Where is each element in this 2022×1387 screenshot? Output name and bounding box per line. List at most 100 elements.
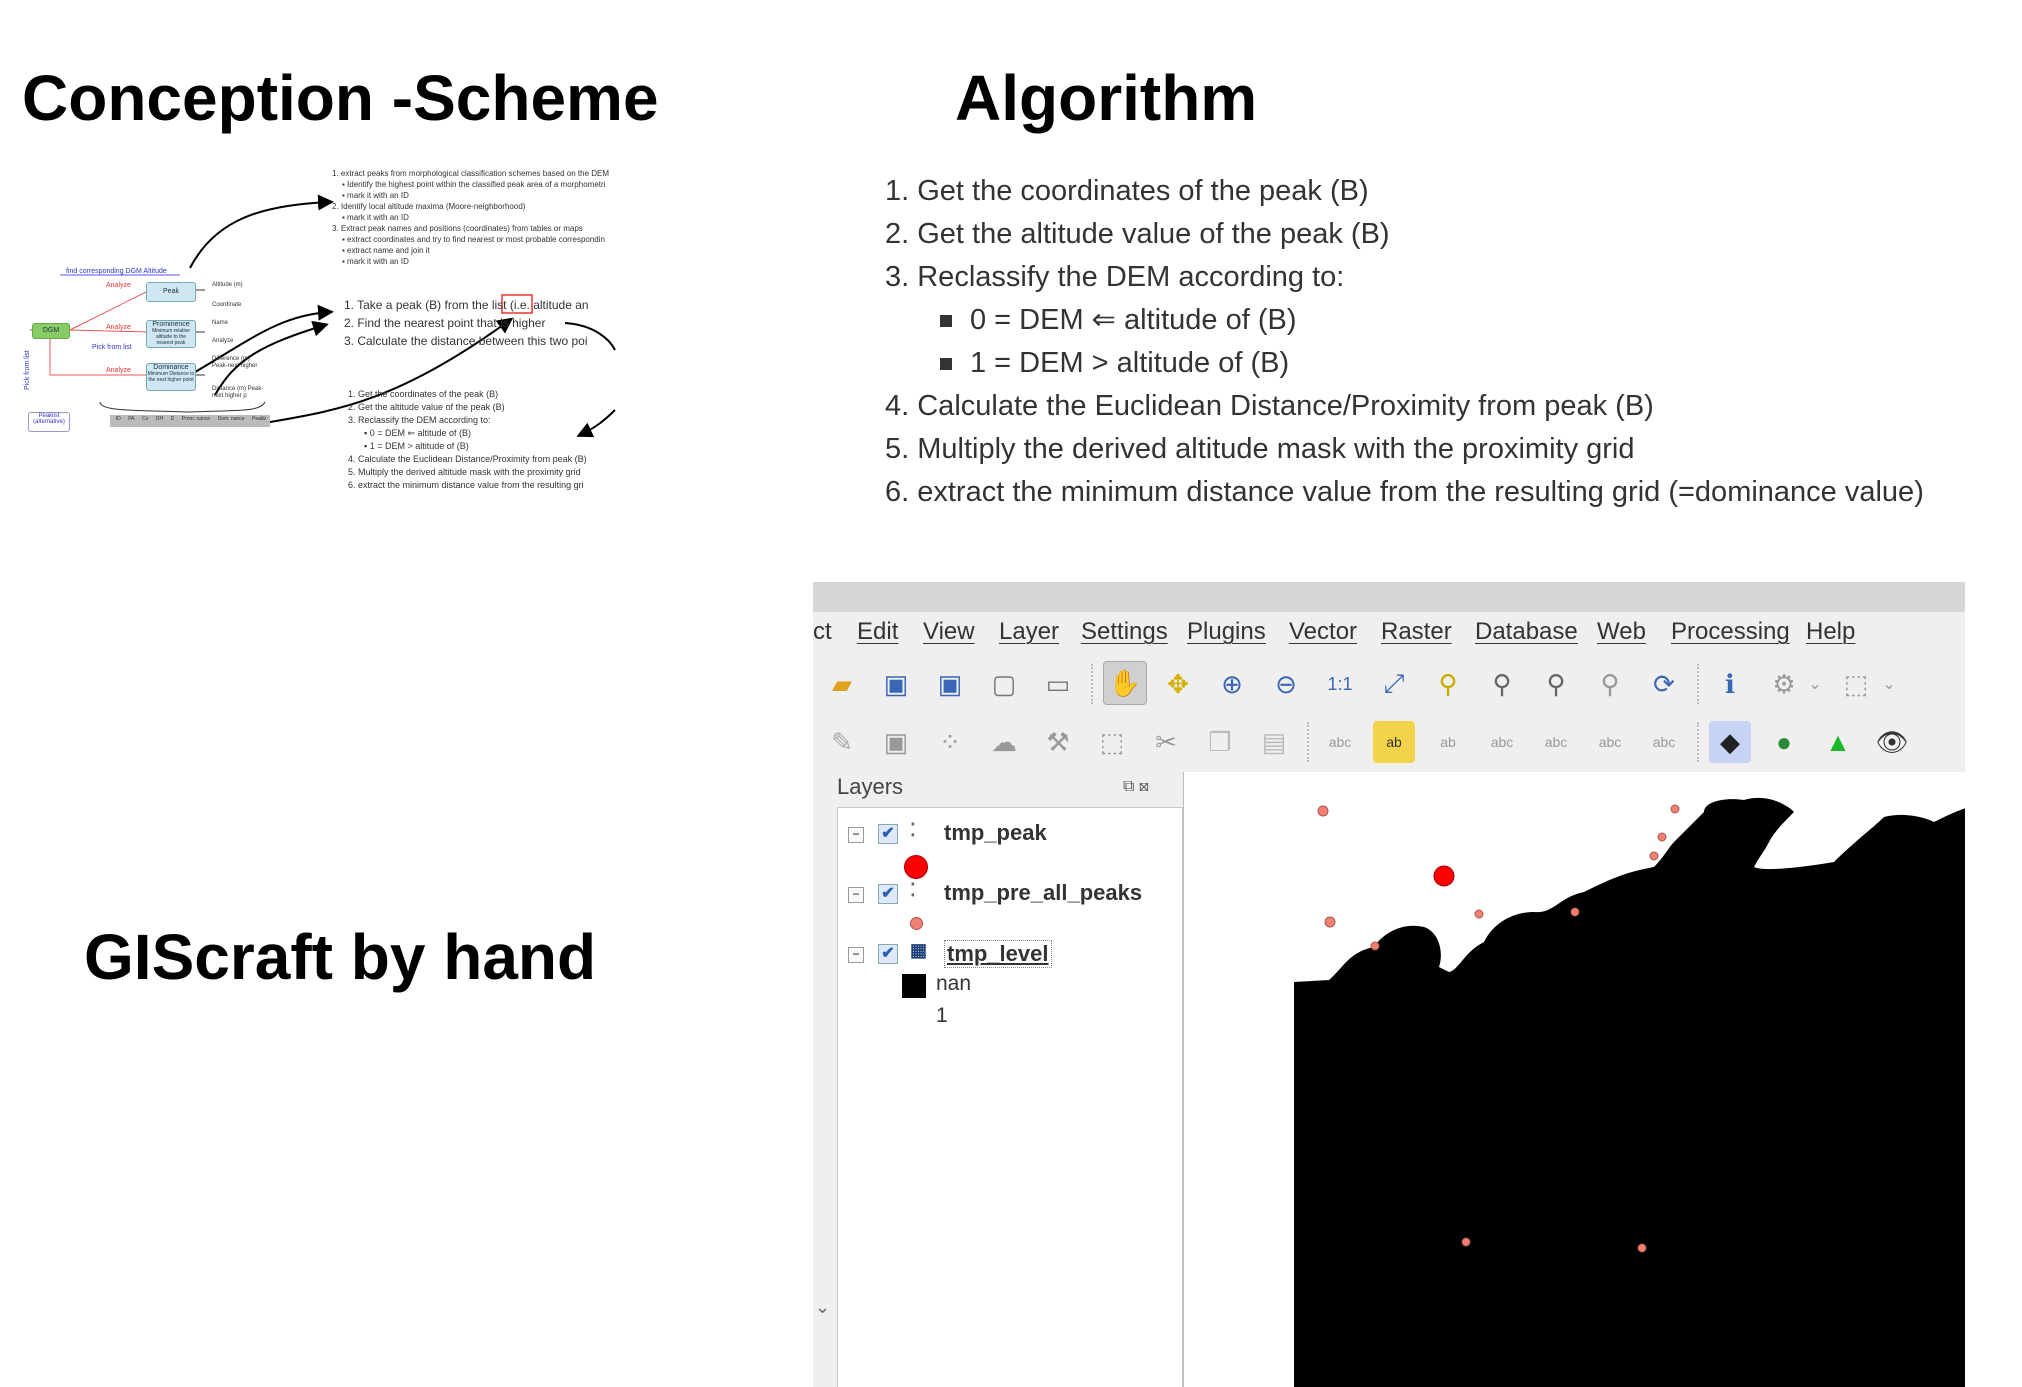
scheme-note: 2. Identify local altitude maxima (Moore… — [332, 202, 526, 211]
vertex-tool-icon[interactable]: ⚒ — [1037, 721, 1079, 763]
table-col: Co — [142, 416, 149, 422]
menu-settings[interactable]: Settings — [1081, 618, 1168, 646]
all-peaks-symbol-icon — [910, 917, 923, 930]
zoom-to-selection-icon[interactable]: ⚲ — [1427, 663, 1469, 705]
zoom-in-icon[interactable]: ⊕ — [1211, 663, 1253, 705]
collapse-icon[interactable]: − — [848, 827, 864, 843]
menu-database[interactable]: Database — [1475, 618, 1578, 646]
close-panel-icon[interactable]: ⊠ — [1139, 778, 1149, 795]
save-edits-icon[interactable]: ▣ — [875, 721, 917, 763]
eye-icon[interactable]: 👁 — [1871, 721, 1913, 763]
globe-icon[interactable]: ● — [1763, 721, 1805, 763]
raster-level-area — [1294, 797, 1965, 1387]
toolbar-separator — [1697, 664, 1701, 704]
table-col: ID — [115, 416, 121, 422]
dominance-label: Dominance — [153, 364, 189, 371]
table-col: DH — [155, 416, 164, 422]
algorithm-substep: 0 = DEM ⇐ altitude of (B) — [885, 299, 1924, 342]
select-icon[interactable]: ⬚ — [1835, 663, 1877, 705]
label-rotate-icon[interactable]: abc — [1589, 721, 1631, 763]
chevron-down-icon[interactable]: ⌄ — [1805, 663, 1825, 705]
prominence-box: Prominence Minimum relative altitude to t… — [146, 320, 196, 348]
label-move-icon[interactable]: abc — [1535, 721, 1577, 763]
menu-help[interactable]: Help — [1806, 618, 1855, 646]
collapse-icon[interactable]: − — [848, 887, 864, 903]
menu-web[interactable]: Web — [1597, 618, 1646, 646]
point-layer-icon: ⁚ — [910, 820, 916, 840]
layer-name: tmp_pre_all_peaks — [944, 880, 1143, 905]
collapse-icon[interactable]: − — [848, 947, 864, 963]
table-col: Dom. nance — [217, 416, 245, 422]
nan-swatch — [902, 974, 926, 998]
scheme-note: 2. Get the altitude value of the peak (B… — [348, 402, 505, 412]
menu-edit[interactable]: Edit — [857, 618, 898, 646]
scheme-note: 3. Reclassify the DEM according to: — [348, 415, 491, 425]
identify-icon[interactable]: ℹ — [1709, 663, 1751, 705]
new-print-layout-icon[interactable]: ▢ — [983, 663, 1025, 705]
pan-icon[interactable]: ✋ — [1103, 661, 1147, 705]
legend-label-nan: nan — [936, 972, 972, 995]
layer-checkbox[interactable]: ✔ — [878, 884, 898, 904]
menu-vector[interactable]: Vector — [1289, 618, 1357, 646]
open-project-icon[interactable]: ▰ — [821, 663, 863, 705]
label-show-icon[interactable]: abc — [1481, 721, 1523, 763]
diagram-label: Pick from list — [92, 344, 132, 351]
all-peaks-point — [1670, 804, 1680, 814]
menu-view[interactable]: View — [923, 618, 975, 646]
layout-manager-icon[interactable]: ▭ — [1037, 663, 1079, 705]
scheme-note: ▪ mark it with an ID — [342, 191, 409, 200]
menu-processing[interactable]: Processing — [1671, 618, 1790, 646]
qgis-window: ct Edit View Layer Settings Plugins Vect… — [813, 582, 1965, 1387]
dgm-box: DGM — [32, 323, 70, 339]
menu-plugins[interactable]: Plugins — [1187, 618, 1266, 646]
save-as-icon[interactable]: ▣ — [929, 663, 971, 705]
zoom-last-icon[interactable]: ⚲ — [1535, 663, 1577, 705]
scheme-note: ▪ extract name and join it — [342, 246, 430, 255]
layer-item-tmp-pre-all-peaks[interactable]: − ✔ ⁚ tmp_pre_all_peaks — [838, 880, 1178, 910]
copy-icon[interactable]: ❐ — [1199, 721, 1241, 763]
pan-to-selection-icon[interactable]: ✥ — [1157, 663, 1199, 705]
diagram-label: Coordinate — [212, 302, 242, 308]
save-project-icon[interactable]: ▣ — [875, 663, 917, 705]
toolbar-separator — [1697, 722, 1701, 762]
algorithm-step: 6. extract the minimum distance value fr… — [885, 476, 1924, 508]
refresh-icon[interactable]: ⟳ — [1643, 663, 1685, 705]
paste-icon[interactable]: ▤ — [1253, 721, 1295, 763]
chevron-down-icon[interactable]: ⌄ — [815, 1297, 830, 1318]
zoom-next-icon[interactable]: ⚲ — [1589, 663, 1631, 705]
layer-item-tmp-level[interactable]: − ✔ ▦ tmp_level — [838, 940, 1178, 970]
action-icon[interactable]: ⚙ — [1763, 663, 1805, 705]
bullet-icon — [940, 358, 952, 371]
bullet-icon — [940, 315, 952, 328]
layers-panel-title: Layers — [837, 774, 904, 799]
menu-project[interactable]: ct — [813, 618, 832, 646]
terrain-icon[interactable]: ▲ — [1817, 721, 1859, 763]
prominence-label: Prominence — [152, 321, 190, 328]
label-icon[interactable]: abc — [1319, 721, 1361, 763]
menu-layer[interactable]: Layer — [999, 618, 1059, 646]
edit-pencil-icon[interactable]: ✎ — [821, 721, 863, 763]
layers-tree: − ✔ ⁚ tmp_peak − ✔ ⁚ tmp_pre_all_peaks −… — [837, 807, 1183, 1387]
scheme-note: 1. Take a peak (B) from the list (i.e. a… — [344, 298, 589, 312]
layer-checkbox[interactable]: ✔ — [878, 944, 898, 964]
cut-icon[interactable]: ✂ — [1145, 721, 1187, 763]
zoom-full-icon[interactable]: ⤢ — [1373, 663, 1415, 705]
zoom-native-icon[interactable]: 1:1 — [1319, 663, 1361, 705]
label-pin-icon[interactable]: ab — [1373, 721, 1415, 763]
scheme-note: ▪ mark it with an ID — [342, 257, 409, 266]
label-highlight-icon[interactable]: ab — [1427, 721, 1469, 763]
layer-item-tmp-peak[interactable]: − ✔ ⁚ tmp_peak — [838, 820, 1178, 850]
float-panel-icon[interactable]: ⧉ — [1123, 778, 1134, 795]
layer-checkbox[interactable]: ✔ — [878, 824, 898, 844]
layer-style-icon[interactable]: ◆ — [1709, 721, 1751, 763]
zoom-to-layer-icon[interactable]: ⚲ — [1481, 663, 1523, 705]
digitize-icon[interactable]: ⁘ — [929, 721, 971, 763]
zoom-out-icon[interactable]: ⊖ — [1265, 663, 1307, 705]
add-feature-icon[interactable]: ☁ — [983, 721, 1025, 763]
panel-controls: ⧉ ⊠ — [1123, 778, 1149, 796]
map-canvas[interactable] — [1183, 772, 1965, 1387]
label-change-icon[interactable]: abc — [1643, 721, 1685, 763]
menu-raster[interactable]: Raster — [1381, 618, 1452, 646]
chevron-down-icon[interactable]: ⌄ — [1879, 663, 1899, 705]
delete-selected-icon[interactable]: ⬚ — [1091, 721, 1133, 763]
